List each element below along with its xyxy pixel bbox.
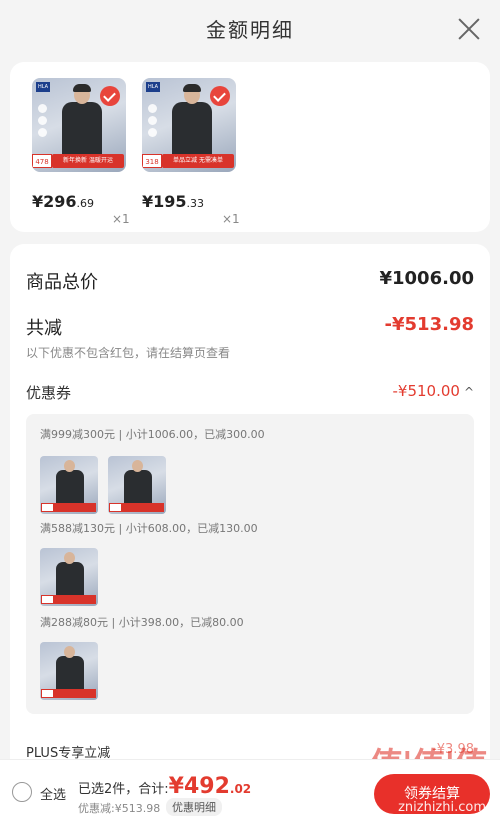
reduce-amount: -¥513.98 [384, 314, 474, 335]
checked-icon[interactable] [100, 86, 120, 106]
feature-badges [148, 104, 158, 140]
product-thumbnail [108, 456, 166, 514]
sheet-title: 金额明细 [206, 18, 294, 42]
discount-detail-button[interactable]: 优惠明细 [166, 798, 222, 816]
brand-logo: HLA [146, 82, 160, 92]
feature-badges [38, 104, 48, 140]
chevron-up-icon[interactable]: ^ [464, 385, 474, 399]
watermark-site: znizhizhi.com [398, 800, 486, 815]
coupon-amount[interactable]: -¥510.00 ^ [392, 382, 474, 400]
discount-text: 优惠减:¥513.98 [78, 802, 161, 815]
product-list: HLA 478 新年换新 温暖开运 ¥296.69 ×1 HLA 318 单品立… [10, 62, 490, 232]
product-qty: ×1 [222, 212, 240, 226]
price-tag: 318 [142, 154, 162, 168]
goods-total-amount: ¥1006.00 [379, 268, 474, 289]
reduce-row: 共减 -¥513.98 [26, 314, 474, 340]
product-image[interactable]: HLA 318 单品立减 无需凑单 [142, 78, 236, 172]
product-item[interactable]: HLA 318 单品立减 无需凑单 ¥195.33 ×1 [142, 78, 240, 226]
product-price: ¥195.33 [142, 192, 205, 211]
promo-banner: 单品立减 无需凑单 [162, 154, 234, 168]
goods-total-label: 商品总价 [26, 272, 98, 293]
product-item[interactable]: HLA 478 新年换新 温暖开运 ¥296.69 ×1 [32, 78, 130, 226]
redpacket-note: 以下优惠不包含红包，请在结算页查看 [26, 346, 231, 360]
selected-summary: 已选2件，合计:¥492.02 [78, 774, 252, 799]
coupon-rule: 满999减300元 | 小计1006.00，已减300.00 [40, 428, 265, 441]
checked-icon[interactable] [210, 86, 230, 106]
select-all-radio[interactable] [12, 782, 32, 802]
amount-detail-card: 商品总价 ¥1006.00 共减 -¥513.98 以下优惠不包含红包，请在结算… [10, 244, 490, 819]
product-qty: ×1 [112, 212, 130, 226]
coupon-rule: 满588减130元 | 小计608.00，已减130.00 [40, 522, 258, 535]
brand-logo: HLA [36, 82, 50, 92]
checkout-bar: 全选 已选2件，合计:¥492.02 优惠减:¥513.98 优惠明细 领券结算… [0, 759, 500, 819]
total-amount: ¥492.02 [168, 774, 252, 799]
product-thumbnail [40, 456, 98, 514]
close-icon[interactable] [456, 16, 482, 42]
coupon-rule: 满288减80元 | 小计398.00，已减80.00 [40, 616, 244, 629]
amount-detail-sheet: 金额明细 HLA 478 新年换新 温暖开运 ¥296.69 ×1 HLA 31… [0, 0, 500, 819]
product-thumbnail [40, 642, 98, 700]
reduce-label: 共减 [26, 318, 62, 339]
select-all-label[interactable]: 全选 [40, 784, 66, 803]
product-price: ¥296.69 [32, 192, 95, 211]
product-image[interactable]: HLA 478 新年换新 温暖开运 [32, 78, 126, 172]
coupon-breakdown: 满999减300元 | 小计1006.00，已减300.00 满588减130元… [26, 414, 474, 714]
price-tag: 478 [32, 154, 52, 168]
product-thumbnail [40, 548, 98, 606]
coupon-row[interactable]: 优惠券 -¥510.00 ^ [26, 382, 474, 403]
coupon-label: 优惠券 [26, 384, 72, 402]
sheet-header: 金额明细 [0, 0, 500, 60]
goods-total-row: 商品总价 ¥1006.00 [26, 268, 474, 294]
promo-banner: 新年换新 温暖开运 [52, 154, 124, 168]
